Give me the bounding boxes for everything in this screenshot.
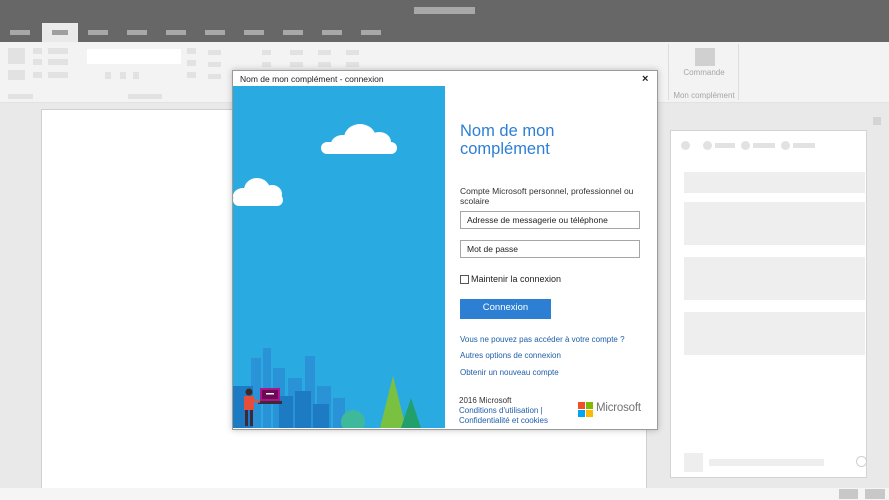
ribbon-tab[interactable] [88,30,108,35]
remember-me-label[interactable]: Maintenir la connexion [471,274,561,284]
pane-close-icon[interactable] [873,117,881,125]
close-icon[interactable]: × [642,73,648,85]
ribbon-tab[interactable] [322,30,342,35]
other-options-link[interactable]: Autres options de connexion [460,351,561,360]
ribbon-tab[interactable] [283,30,303,35]
account-prompt: Compte Microsoft personnel, professionne… [460,186,634,206]
ribbon-group-label: Mon complément [673,91,735,100]
ribbon-divider [738,44,739,100]
pane-nav-icon[interactable] [703,141,712,150]
new-account-link[interactable]: Obtenir un nouveau compte [460,368,559,377]
window-title-placeholder [414,7,475,14]
ribbon-tab[interactable] [361,30,381,35]
microsoft-wordmark: Microsoft [596,402,641,414]
email-field[interactable] [460,211,640,229]
checkbox-icon[interactable] [460,275,469,284]
pane-nav-icon[interactable] [681,141,690,150]
ribbon-tab[interactable] [166,30,186,35]
cloud-icon [321,124,397,154]
ribbon-divider [668,44,669,100]
zoom-button[interactable] [865,489,885,499]
view-button[interactable] [839,489,858,499]
task-pane [670,130,867,478]
privacy-link[interactable]: Confidentialité et cookies [459,416,548,425]
status-bar [0,488,889,500]
password-field[interactable] [460,240,640,258]
cloud-icon [233,178,283,206]
signin-button[interactable]: Connexion [460,299,551,319]
ribbon-tab[interactable] [127,30,147,35]
pane-nav-icon[interactable] [741,141,750,150]
pane-scroll-icon[interactable] [856,456,867,467]
terms-link[interactable]: Conditions d'utilisation | [459,406,543,415]
cant-access-link[interactable]: Vous ne pouvez pas accéder à votre compt… [460,335,625,344]
pane-nav-icon[interactable] [781,141,790,150]
ribbon-font-box[interactable] [87,49,181,64]
ribbon-tab[interactable] [205,30,225,35]
command-button-label[interactable]: Commande [672,68,736,77]
illustration-panel [233,86,445,428]
microsoft-logo-icon [578,402,593,417]
city-illustration [233,124,421,428]
ribbon-tab-active[interactable] [42,23,78,42]
ribbon-tab[interactable] [244,30,264,35]
command-icon[interactable] [695,48,715,66]
dialog-title: Nom de mon complément - connexion [240,74,384,84]
ribbon-tab[interactable] [10,30,30,35]
form-heading: Nom de mon complément [460,122,555,158]
ribbon-tab-row [0,23,889,42]
copyright-text: 2016 Microsoft [459,396,512,405]
